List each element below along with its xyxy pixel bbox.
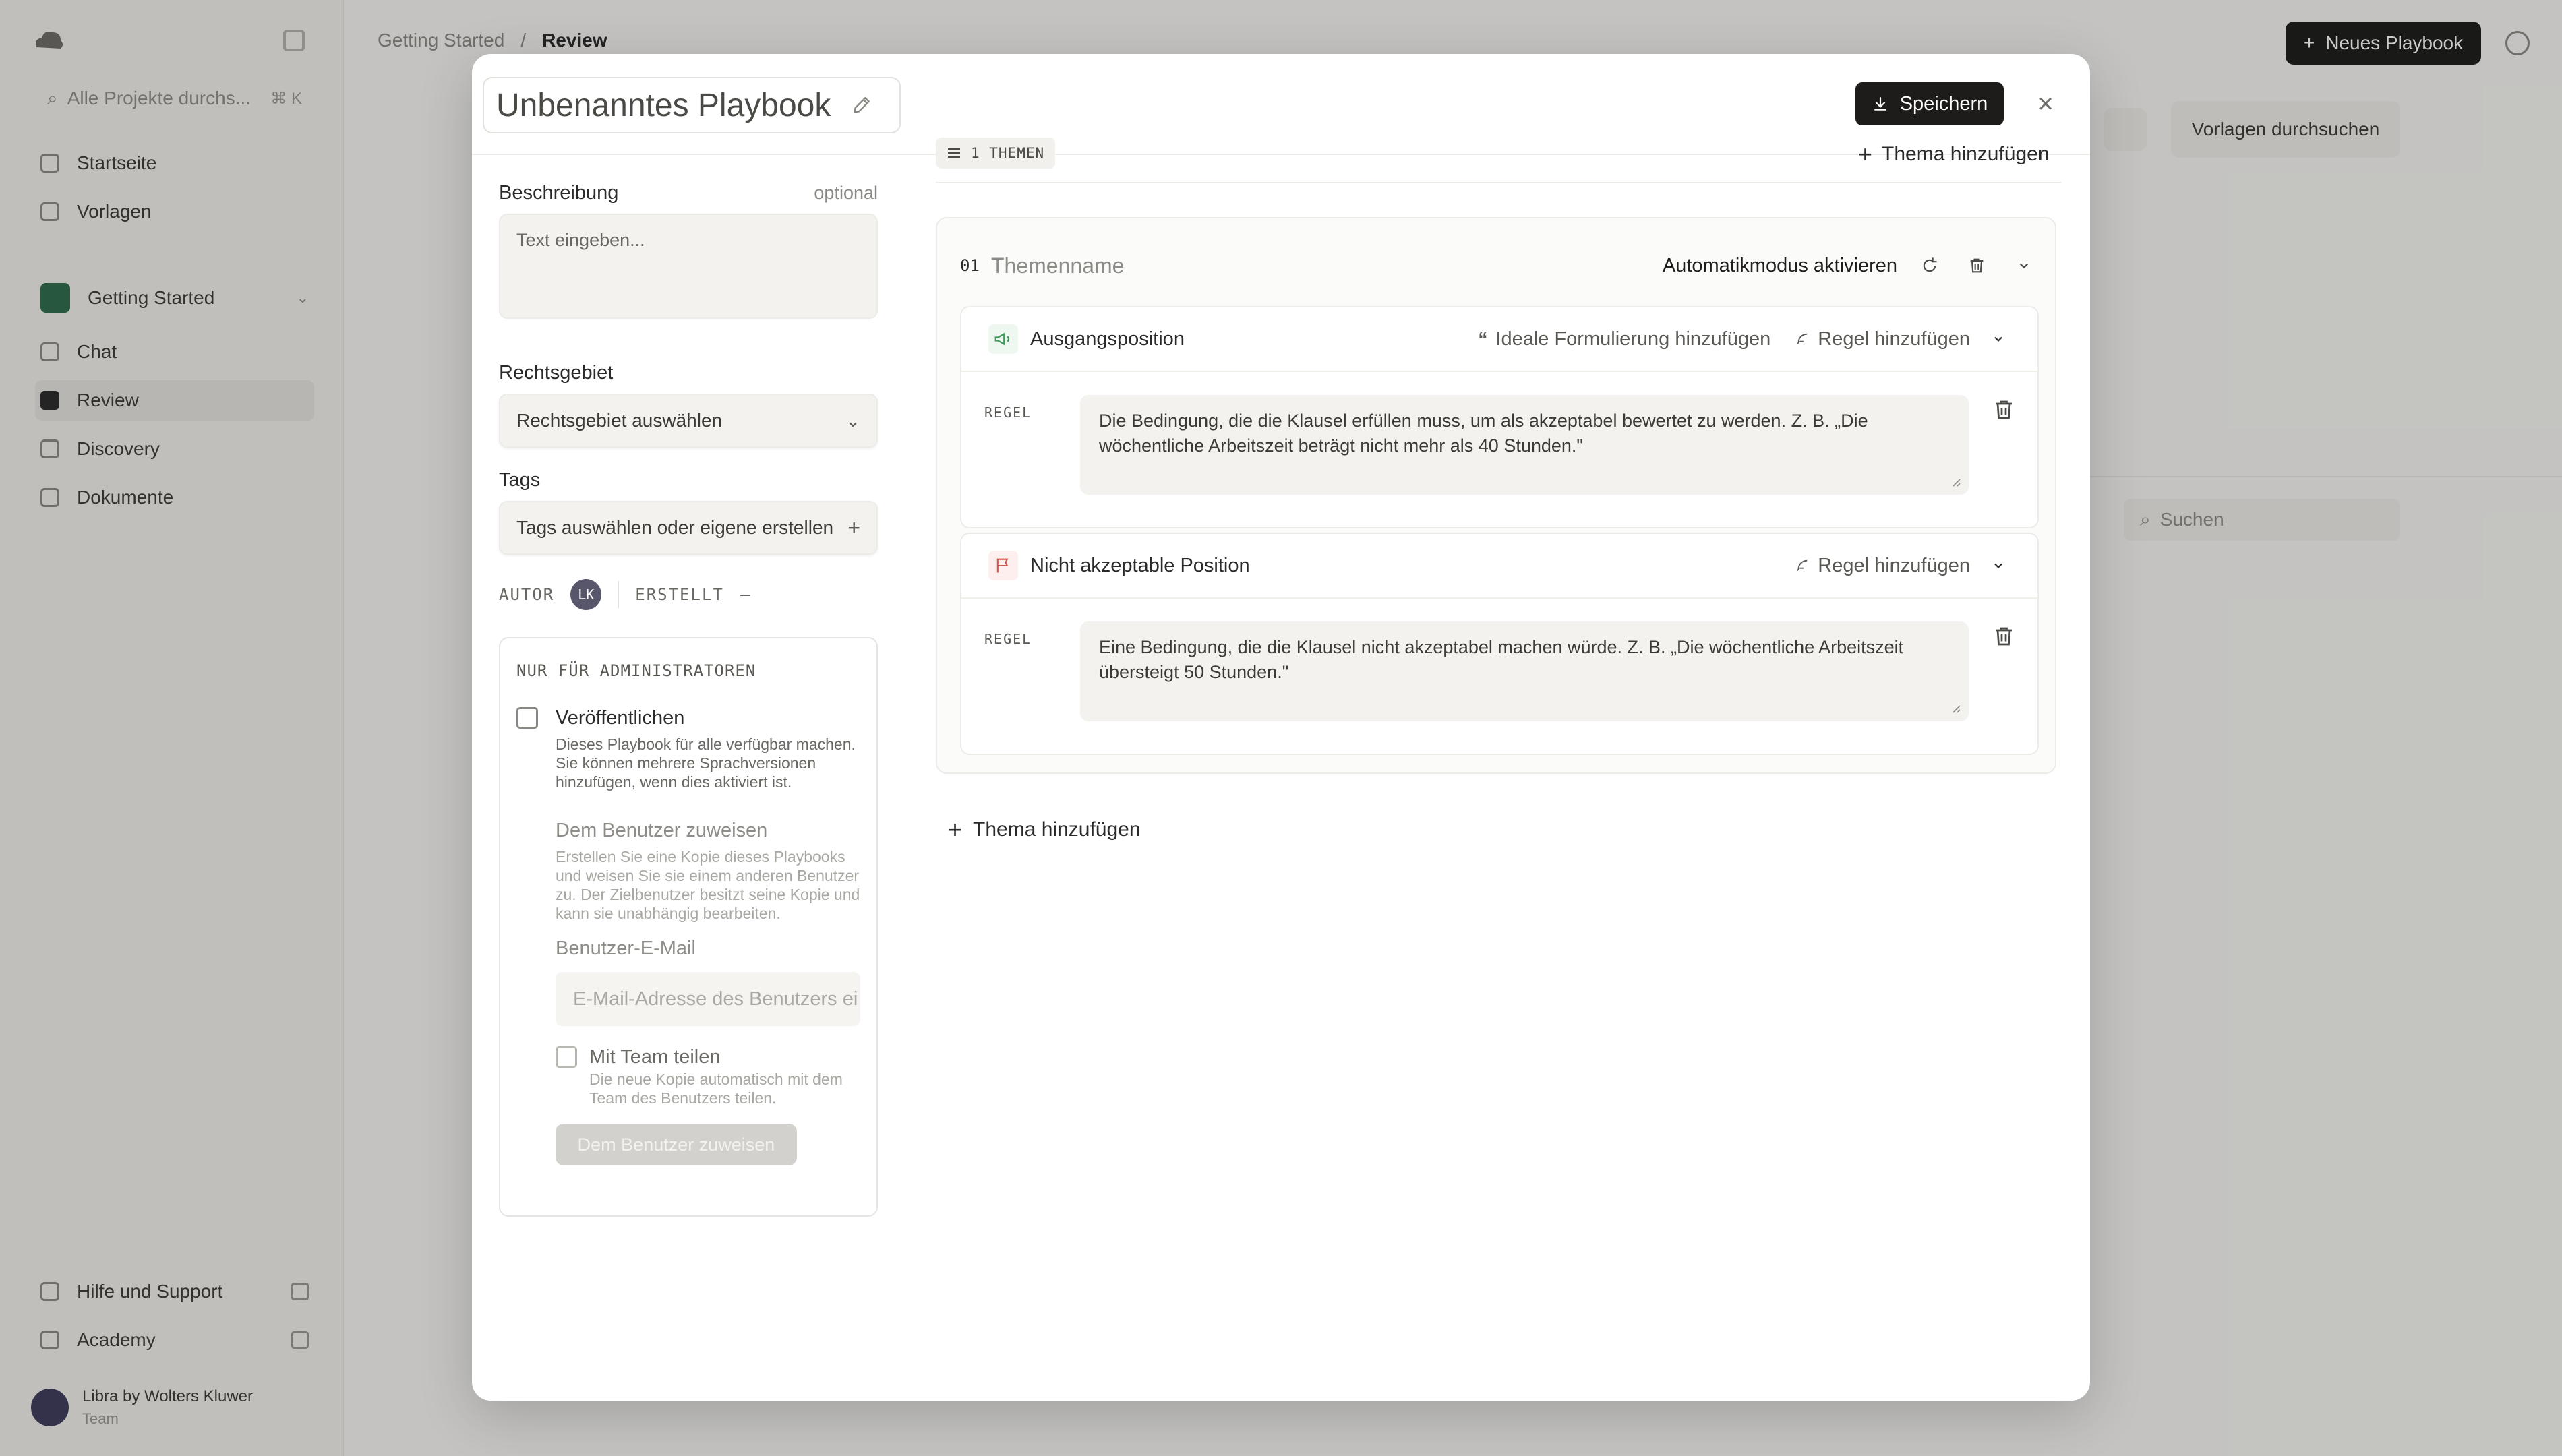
- tags-label: Tags: [499, 469, 541, 491]
- description-textarea[interactable]: Text eingeben...: [499, 214, 878, 319]
- publish-title: Veröffentlichen: [556, 707, 685, 729]
- divider: [618, 581, 620, 608]
- save-label: Speichern: [1899, 92, 1988, 115]
- chevron-down-icon[interactable]: [2009, 251, 2039, 280]
- user-email-input[interactable]: E-Mail-Adresse des Benutzers ei: [556, 972, 860, 1026]
- author-label: AUTOR: [499, 585, 555, 604]
- divider: [936, 182, 2062, 183]
- email-placeholder: E-Mail-Adresse des Benutzers ei: [573, 988, 858, 1010]
- chevron-down-icon[interactable]: [1984, 324, 2013, 354]
- rule-row: REGEL Die Bedingung, die die Klausel erf…: [961, 372, 2037, 530]
- theme-card: 01 Themenname Automatikmodus aktivieren: [936, 217, 2056, 774]
- add-theme-label: Thema hinzufügen: [973, 818, 1141, 841]
- description-label-row: Beschreibung optional: [499, 182, 878, 204]
- plus-icon: +: [1858, 140, 1873, 168]
- rule-textarea[interactable]: Die Bedingung, die die Klausel erfüllen …: [1080, 395, 1969, 495]
- download-icon: [1874, 97, 1886, 111]
- rule-label: REGEL: [984, 404, 1032, 421]
- plus-icon: +: [948, 816, 963, 843]
- publish-checkbox[interactable]: [516, 707, 538, 729]
- tags-select[interactable]: Tags auswählen oder eigene erstellen +: [499, 501, 878, 555]
- publish-option: Veröffentlichen Dieses Playbook für alle…: [516, 707, 860, 791]
- jurisdiction-label: Rechtsgebiet: [499, 362, 614, 384]
- assign-user-button[interactable]: Dem Benutzer zuweisen: [556, 1124, 797, 1165]
- tags-placeholder: Tags auswählen oder eigene erstellen: [516, 517, 834, 538]
- pencil-icon[interactable]: [851, 94, 872, 116]
- add-ideal-wording-label: Ideale Formulierung hinzufügen: [1495, 328, 1771, 350]
- assign-description: Erstellen Sie eine Kopie dieses Playbook…: [556, 848, 860, 922]
- add-rule-button[interactable]: Regel hinzufügen: [1795, 555, 1970, 577]
- feather-icon: [1797, 559, 1808, 571]
- add-rule-button[interactable]: Regel hinzufügen: [1795, 328, 1970, 351]
- refresh-icon[interactable]: [1915, 251, 1944, 280]
- close-icon[interactable]: ×: [2029, 88, 2062, 120]
- add-rule-label: Regel hinzufügen: [1818, 328, 1970, 350]
- position-header: Ausgangsposition “ Ideale Formulierung h…: [961, 307, 2037, 372]
- playbook-editor-modal: Unbenanntes Playbook Speichern × Beschre…: [472, 54, 2090, 1401]
- position-title: Ausgangsposition: [1030, 328, 1185, 350]
- quote-icon: “: [1478, 328, 1488, 349]
- add-theme-button-bottom[interactable]: + Thema hinzufügen: [948, 816, 1141, 844]
- add-theme-button-top[interactable]: + Thema hinzufügen: [1858, 138, 2050, 171]
- themes-count-badge: 1 THEMEN: [936, 138, 1056, 169]
- description-label: Beschreibung: [499, 182, 619, 204]
- publish-description: Dieses Playbook für alle verfügbar mache…: [556, 735, 856, 791]
- playbook-title-field[interactable]: Unbenanntes Playbook: [483, 77, 901, 133]
- add-theme-label: Thema hinzufügen: [1882, 143, 2050, 165]
- description-placeholder: Text eingeben...: [516, 230, 645, 250]
- resize-handle-icon[interactable]: [1950, 476, 1961, 487]
- chevron-down-icon[interactable]: [1984, 551, 2013, 580]
- assign-title: Dem Benutzer zuweisen: [556, 820, 768, 841]
- trash-icon[interactable]: [1992, 624, 2016, 648]
- position-card-initial: Ausgangsposition “ Ideale Formulierung h…: [960, 306, 2039, 528]
- flag-icon: [988, 551, 1018, 580]
- add-ideal-wording-button[interactable]: “ Ideale Formulierung hinzufügen: [1478, 328, 1770, 351]
- plus-icon: +: [847, 515, 860, 540]
- position-title: Nicht akzeptable Position: [1030, 554, 1250, 576]
- playbook-settings-panel: Beschreibung optional Text eingeben... R…: [499, 155, 878, 1217]
- modal-header: Unbenanntes Playbook Speichern ×: [472, 54, 2090, 155]
- optional-hint: optional: [814, 183, 878, 203]
- assign-user-section: Dem Benutzer zuweisen Erstellen Sie eine…: [556, 820, 860, 1165]
- playbook-meta: AUTOR LK ERSTELLT –: [499, 579, 878, 610]
- avatar: LK: [570, 579, 602, 610]
- theme-header: 01 Themenname Automatikmodus aktivieren: [960, 245, 2039, 286]
- rule-label: REGEL: [984, 631, 1032, 647]
- share-team-checkbox[interactable]: [556, 1046, 577, 1068]
- megaphone-icon: [988, 324, 1018, 354]
- theme-name-input[interactable]: Themenname: [991, 253, 1124, 278]
- themes-count: 1 THEMEN: [971, 145, 1045, 161]
- feather-icon: [1797, 333, 1808, 344]
- rule-row: REGEL Eine Bedingung, die die Klausel ni…: [961, 599, 2037, 756]
- position-card-unacceptable: Nicht akzeptable Position Regel hinzufüg…: [960, 533, 2039, 755]
- rule-textarea[interactable]: Eine Bedingung, die die Klausel nicht ak…: [1080, 621, 1969, 721]
- created-label: ERSTELLT: [635, 585, 724, 604]
- position-header: Nicht akzeptable Position Regel hinzufüg…: [961, 534, 2037, 599]
- trash-icon[interactable]: [1962, 251, 1992, 280]
- created-value: –: [740, 585, 752, 604]
- rule-placeholder: Die Bedingung, die die Klausel erfüllen …: [1099, 411, 1868, 456]
- share-team-option: Mit Team teilen Die neue Kopie automatis…: [556, 1046, 860, 1108]
- share-team-description: Die neue Kopie automatisch mit dem Team …: [589, 1070, 843, 1107]
- trash-icon[interactable]: [1992, 398, 2016, 422]
- share-team-title: Mit Team teilen: [589, 1046, 721, 1068]
- add-rule-label: Regel hinzufügen: [1818, 554, 1970, 576]
- auto-mode-toggle[interactable]: Automatikmodus aktivieren: [1663, 255, 1897, 277]
- save-button[interactable]: Speichern: [1855, 82, 2004, 125]
- playbook-title[interactable]: Unbenanntes Playbook: [496, 87, 831, 124]
- chevron-down-icon: ⌄: [845, 410, 860, 431]
- admin-section-title: NUR FÜR ADMINISTRATOREN: [516, 661, 756, 680]
- resize-handle-icon[interactable]: [1950, 702, 1961, 713]
- admin-section: NUR FÜR ADMINISTRATOREN Veröffentlichen …: [499, 637, 878, 1217]
- jurisdiction-placeholder: Rechtsgebiet auswählen: [516, 410, 723, 431]
- jurisdiction-select[interactable]: Rechtsgebiet auswählen ⌄: [499, 394, 878, 448]
- list-icon: [948, 148, 960, 158]
- email-label: Benutzer-E-Mail: [556, 938, 696, 959]
- rule-placeholder: Eine Bedingung, die die Klausel nicht ak…: [1099, 637, 1904, 682]
- theme-number: 01: [960, 256, 980, 275]
